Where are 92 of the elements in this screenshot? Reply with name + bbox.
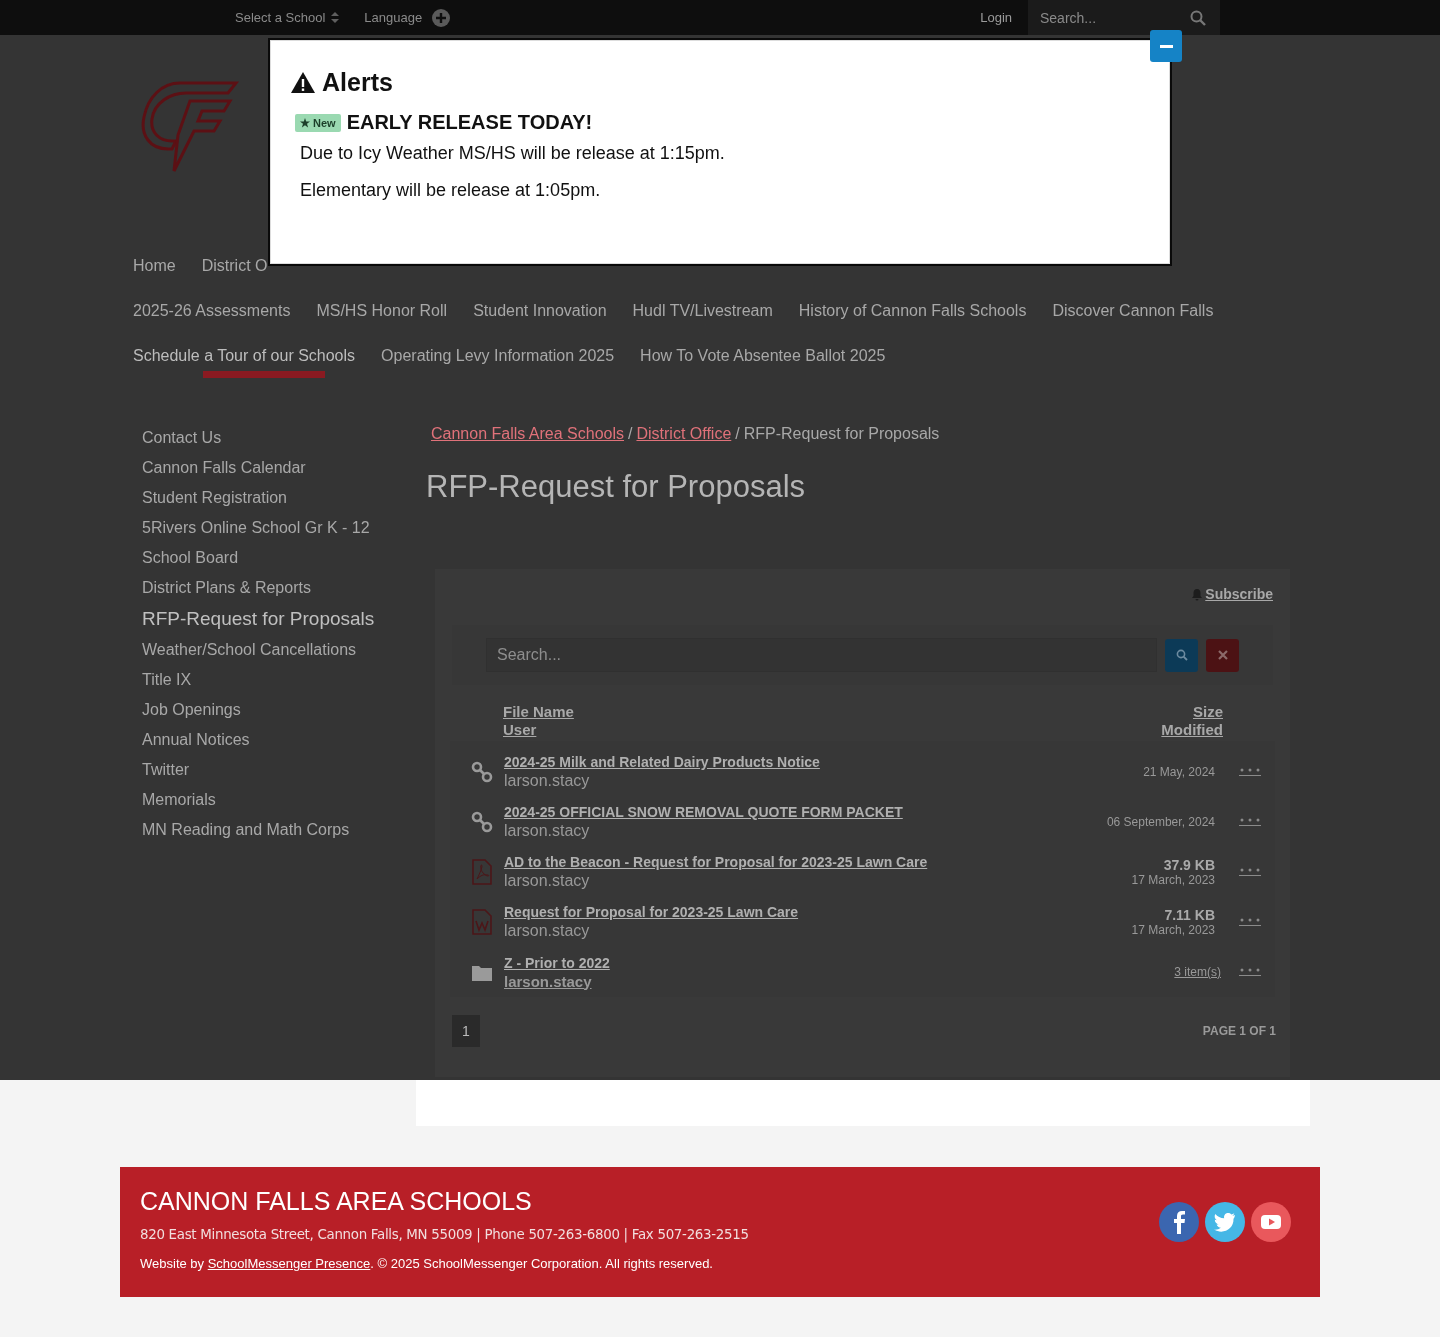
file-name-link[interactable]: Z - Prior to 2022 — [504, 954, 1175, 971]
more-options-icon — [1239, 768, 1261, 776]
file-name-link[interactable]: AD to the Beacon - Request for Proposal for 2023-25 Lawn Care — [504, 854, 1132, 870]
nav-link[interactable]: History of Cannon Falls Schools — [798, 288, 1027, 333]
column-header[interactable]: Modified — [1161, 721, 1223, 739]
breadcrumb-separator: / — [628, 425, 633, 443]
word-file-icon — [471, 909, 493, 935]
file-date: 06 September, 2024 — [1106, 815, 1215, 829]
nav-link[interactable]: Discover Cannon Falls — [1052, 288, 1214, 333]
nav-link[interactable]: Home — [133, 243, 176, 288]
sidebar-link[interactable]: Contact Us — [142, 423, 426, 453]
page-summary: PAGE 1 OF 1 — [1202, 1024, 1276, 1038]
nav-link[interactable]: Student Innovation — [473, 288, 607, 333]
new-badge: New — [295, 113, 341, 132]
search-button[interactable] — [1165, 638, 1198, 672]
link-icon — [471, 761, 493, 783]
search-icon — [1190, 10, 1206, 26]
sidebar-link[interactable]: 5Rivers Online School Gr K - 12 — [142, 513, 426, 543]
sidebar-link[interactable]: School Board — [142, 543, 426, 573]
more-options-icon — [1239, 818, 1261, 826]
sidebar-link[interactable]: Cannon Falls Calendar — [142, 453, 426, 483]
file-name-link[interactable]: 2024-25 Milk and Related Dairy Products Notice — [504, 754, 1144, 770]
column-header[interactable]: Size — [1193, 703, 1223, 721]
file-user: larson.stacy — [504, 772, 591, 790]
search-field[interactable]: Search... — [1028, 0, 1220, 35]
breadcrumb-separator: / — [735, 425, 740, 443]
sort-caret-icon — [331, 12, 340, 23]
alert-message: Due to Icy Weather MS/HS will be release at 1:15pm. — [300, 143, 726, 164]
sidebar-link[interactable]: Job Openings — [142, 695, 426, 725]
school-select[interactable]: Select a School — [235, 10, 340, 25]
search-field[interactable]: Search... — [486, 638, 1157, 672]
sidebar-link[interactable]: Weather/School Cancellations — [142, 635, 426, 665]
file-date: 17 March, 2023 — [1131, 923, 1215, 937]
more-options-icon — [1239, 968, 1261, 976]
folder-icon — [472, 963, 492, 981]
alert-headline: EARLY RELEASE TODAY! — [346, 111, 593, 134]
file-size: 37.9 KB — [1163, 857, 1215, 873]
footer-title: CANNON FALLS AREA SCHOOLS — [140, 1187, 533, 1216]
column-header[interactable]: User — [503, 721, 574, 739]
alert-title: Alerts — [322, 68, 393, 97]
item-count-link[interactable]: 3 item(s) — [1174, 965, 1221, 979]
subscribe-link[interactable]: Subscribe — [1191, 583, 1273, 605]
nav-link[interactable]: Operating Levy Information 2025 — [381, 333, 615, 378]
sidebar-link[interactable]: MN Reading and Math Corps — [142, 815, 426, 845]
sidebar-link[interactable]: Annual Notices — [142, 725, 426, 755]
bird-icon[interactable] — [1205, 1202, 1245, 1242]
minimize-button[interactable] — [1150, 30, 1182, 62]
file-date: 17 March, 2023 — [1131, 873, 1215, 887]
link-icon — [471, 811, 493, 833]
star-icon — [300, 117, 310, 128]
file-name-link[interactable]: Request for Proposal for 2023-25 Lawn Care — [504, 904, 1132, 920]
nav-link[interactable]: How To Vote Absentee Ballot 2025 — [640, 333, 886, 378]
sidebar-link[interactable]: District Plans & Reports — [142, 573, 426, 603]
column-header[interactable]: File Name — [503, 703, 574, 721]
file-user: larson.stacy — [504, 872, 591, 890]
user-link[interactable]: larson.stacy — [504, 972, 1175, 990]
letter-f-icon[interactable] — [1159, 1202, 1199, 1242]
clear-button[interactable] — [1206, 638, 1239, 672]
login-link[interactable]: Login — [980, 10, 1012, 25]
footer-address: 820 East Minnesota Street, Cannon Falls, MN 55009 | Phone 507-263-6800 | Fax 507-263-2515 — [140, 1227, 750, 1242]
sidebar-link[interactable]: Twitter — [142, 755, 426, 785]
nav-link[interactable]: Hudl TV/Livestream — [632, 288, 773, 333]
sidebar-link[interactable]: Student Registration — [142, 483, 426, 513]
footer-credit: Website by SchoolMessenger Presence. © 2025 SchoolMessenger Corporation. All rights reserved. — [140, 1256, 714, 1271]
breadcrumb-current: RFP-Request for Proposals — [743, 425, 940, 443]
file-name-link[interactable]: 2024-25 OFFICIAL SNOW REMOVAL QUOTE FORM PACKET — [504, 804, 1107, 820]
file-user: larson.stacy — [504, 922, 591, 940]
play-icon[interactable] — [1251, 1202, 1291, 1242]
alert-message: Elementary will be release at 1:05pm. — [300, 180, 602, 201]
sidebar-link[interactable]: Title IX — [142, 665, 426, 695]
more-options-icon — [1239, 868, 1261, 876]
more-options-icon — [1239, 918, 1261, 926]
bell-icon — [1191, 587, 1204, 601]
file-date: 21 May, 2024 — [1143, 765, 1215, 779]
nav-link[interactable]: District O — [201, 243, 268, 288]
search-icon — [1175, 649, 1188, 661]
file-size: 7.11 KB — [1164, 907, 1215, 923]
language-select[interactable]: Language — [364, 10, 423, 25]
breadcrumb-link[interactable]: Cannon Falls Area Schools — [431, 425, 624, 443]
nav-link[interactable]: MS/HS Honor Roll — [316, 288, 448, 333]
pdf-file-icon — [471, 859, 493, 885]
sidebar-link[interactable]: Memorials — [142, 785, 426, 815]
sidebar-link[interactable]: RFP-Request for Proposals — [142, 603, 426, 635]
file-user: larson.stacy — [504, 822, 591, 840]
warning-icon — [290, 71, 316, 94]
page-title: RFP-Request for Proposals — [426, 469, 807, 506]
breadcrumb-link[interactable]: District Office — [636, 425, 732, 443]
close-icon — [1217, 650, 1228, 660]
minus-icon — [1159, 44, 1173, 48]
nav-link[interactable]: 2025-26 Assessments — [133, 288, 291, 333]
plus-circle-icon — [432, 8, 451, 27]
page-number[interactable]: 1 — [452, 1015, 480, 1047]
